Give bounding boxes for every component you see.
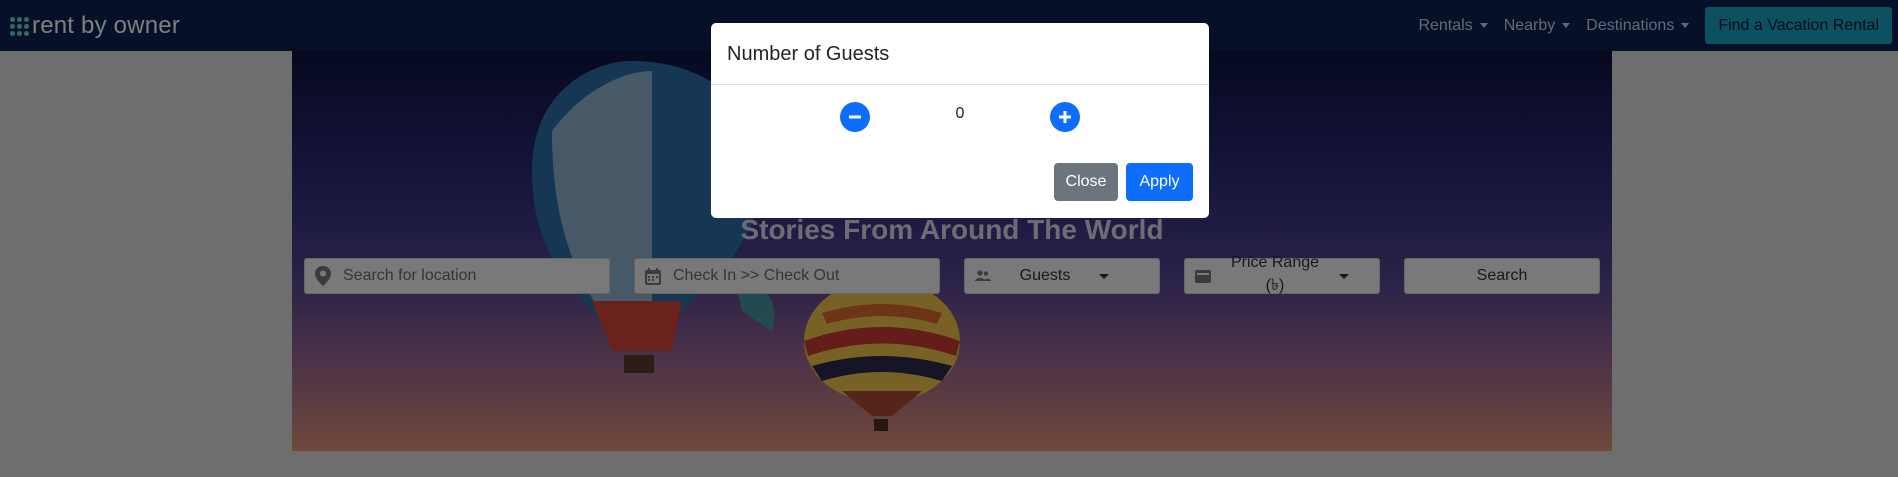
apply-button[interactable]: Apply	[1126, 163, 1193, 201]
guest-count: 0	[955, 105, 965, 122]
guests-modal: Number of Guests 0 Close Apply	[711, 23, 1209, 218]
plus-icon	[1059, 111, 1071, 123]
close-button[interactable]: Close	[1054, 163, 1118, 201]
increment-guests-button[interactable]	[1050, 102, 1080, 132]
modal-header: Number of Guests	[711, 23, 1209, 85]
modal-title: Number of Guests	[727, 43, 890, 65]
